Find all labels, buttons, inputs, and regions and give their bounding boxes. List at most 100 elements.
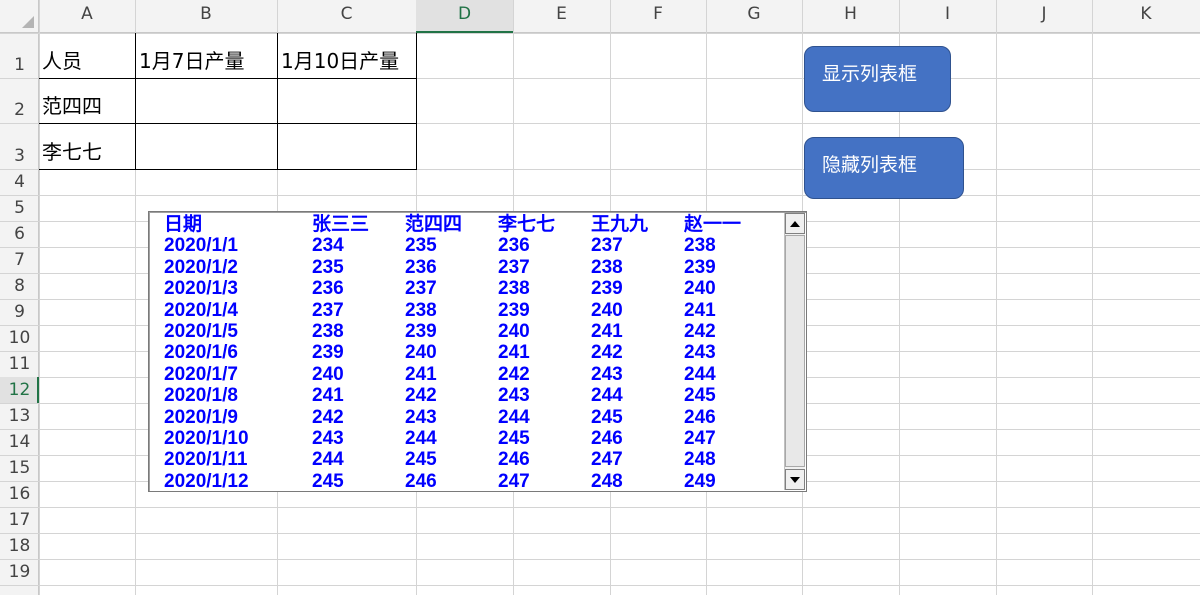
row-header-5[interactable]: 5 bbox=[0, 195, 39, 221]
column-header-g[interactable]: G bbox=[706, 0, 802, 33]
column-header-e[interactable]: E bbox=[513, 0, 610, 33]
show-listbox-button[interactable]: 显示列表框 bbox=[804, 46, 951, 112]
row-header-19[interactable]: 19 bbox=[0, 559, 39, 585]
listbox-cell: 243 bbox=[405, 406, 437, 428]
table-border bbox=[39, 78, 416, 79]
listbox-cell: 245 bbox=[498, 428, 530, 449]
column-header-d[interactable]: D bbox=[416, 0, 513, 33]
listbox-cell: 238 bbox=[405, 299, 437, 321]
hide-listbox-label: 隐藏列表框 bbox=[822, 154, 918, 176]
column-header-c[interactable]: C bbox=[277, 0, 416, 33]
listbox-cell: 247 bbox=[684, 428, 716, 449]
scroll-down-button[interactable] bbox=[785, 469, 805, 490]
scroll-up-button[interactable] bbox=[785, 213, 805, 234]
cell-c1[interactable]: 1月10日产量 bbox=[281, 45, 399, 74]
table-border bbox=[39, 123, 416, 124]
select-all-corner[interactable] bbox=[0, 0, 39, 33]
column-header-b[interactable]: B bbox=[135, 0, 277, 33]
row-header-1[interactable]: 1 bbox=[0, 33, 39, 78]
listbox[interactable]: 日期 张三三 范四四 李七七 王九九 赵一一 2020/1/1 234 235 236 237 238… bbox=[148, 211, 807, 492]
row-header-9[interactable]: 9 bbox=[0, 299, 39, 325]
column-header-a[interactable]: A bbox=[39, 0, 135, 33]
listbox-cell: 240 bbox=[684, 278, 716, 300]
gridline-vertical bbox=[39, 0, 40, 595]
listbox-cell: 246 bbox=[498, 449, 530, 471]
row-header-8[interactable]: 8 bbox=[0, 273, 39, 299]
listbox-cell: 241 bbox=[684, 299, 716, 321]
listbox-cell: 246 bbox=[405, 470, 437, 492]
listbox-cell: 234 bbox=[312, 235, 344, 257]
scroll-thumb[interactable] bbox=[785, 235, 805, 467]
listbox-cell: 242 bbox=[591, 342, 623, 364]
listbox-cell: 2020/1/4 bbox=[164, 299, 238, 321]
column-header-i[interactable]: I bbox=[899, 0, 996, 33]
row-header-6[interactable]: 6 bbox=[0, 221, 39, 247]
listbox-cell: 237 bbox=[405, 278, 437, 300]
listbox-cell: 243 bbox=[684, 342, 716, 364]
row-header-7[interactable]: 7 bbox=[0, 247, 39, 273]
row-header-15[interactable]: 15 bbox=[0, 455, 39, 481]
listbox-cell: 241 bbox=[312, 385, 344, 407]
listbox-cell: 2020/1/5 bbox=[164, 321, 238, 342]
cell-a2[interactable]: 范四四 bbox=[42, 90, 102, 119]
gridline-vertical bbox=[1092, 0, 1093, 595]
row-header-17[interactable]: 17 bbox=[0, 507, 39, 533]
listbox-cell: 236 bbox=[312, 278, 344, 300]
listbox-cell: 张三三 bbox=[312, 214, 370, 235]
row-header-11[interactable]: 11 bbox=[0, 351, 39, 377]
listbox-cell: 240 bbox=[312, 363, 344, 385]
row-header-14[interactable]: 14 bbox=[0, 429, 39, 455]
listbox-cell: 247 bbox=[498, 470, 530, 492]
listbox-cell: 242 bbox=[498, 363, 530, 385]
listbox-cell: 2020/1/3 bbox=[164, 278, 238, 300]
listbox-cell: 2020/1/7 bbox=[164, 363, 238, 385]
row-header-16[interactable]: 16 bbox=[0, 481, 39, 507]
column-header-f[interactable]: F bbox=[610, 0, 706, 33]
listbox-cell: 237 bbox=[498, 256, 530, 278]
column-header-k[interactable]: K bbox=[1092, 0, 1200, 33]
column-header-j[interactable]: J bbox=[996, 0, 1092, 33]
listbox-cell: 赵一一 bbox=[684, 214, 742, 235]
listbox-cell: 239 bbox=[498, 299, 530, 321]
listbox-cell: 237 bbox=[312, 299, 344, 321]
spreadsheet: ABCDEFGHIJK 1 2 3 4 5 6 7 8 9 10 11 12 13 14 15 16 17 18 1… bbox=[0, 0, 1200, 595]
cell-a3[interactable]: 李七七 bbox=[42, 136, 102, 165]
table-border bbox=[416, 33, 417, 170]
listbox-cell: 241 bbox=[498, 342, 530, 364]
listbox-cell: 2020/1/1 bbox=[164, 235, 238, 257]
row-header-12[interactable]: 12 bbox=[0, 377, 39, 403]
row-header-3[interactable]: 3 bbox=[0, 123, 39, 169]
listbox-cell: 240 bbox=[591, 299, 623, 321]
listbox-cell: 247 bbox=[591, 449, 623, 471]
listbox-cell: 2020/1/11 bbox=[164, 449, 248, 471]
cell-a1[interactable]: 人员 bbox=[42, 45, 82, 74]
listbox-cell: 235 bbox=[312, 256, 344, 278]
hide-listbox-button[interactable]: 隐藏列表框 bbox=[804, 137, 964, 199]
listbox-cell: 236 bbox=[405, 256, 437, 278]
row-header-4[interactable]: 4 bbox=[0, 169, 39, 195]
gridline-horizontal bbox=[0, 533, 1200, 534]
listbox-cell: 249 bbox=[684, 470, 716, 492]
listbox-cell: 245 bbox=[684, 385, 716, 407]
gridline-horizontal bbox=[0, 559, 1200, 560]
table-border bbox=[39, 169, 416, 170]
listbox-cell: 238 bbox=[498, 278, 530, 300]
column-header-h[interactable]: H bbox=[802, 0, 899, 33]
listbox-scrollbar[interactable] bbox=[784, 213, 805, 490]
listbox-cell: 244 bbox=[312, 449, 344, 471]
cell-b1[interactable]: 1月7日产量 bbox=[139, 45, 244, 74]
listbox-cell: 2020/1/6 bbox=[164, 342, 238, 364]
row-header-10[interactable]: 10 bbox=[0, 325, 39, 351]
listbox-cell: 235 bbox=[405, 235, 437, 257]
listbox-cell: 244 bbox=[684, 363, 716, 385]
table-border bbox=[277, 33, 278, 170]
gridline-horizontal bbox=[0, 33, 1200, 34]
show-listbox-label: 显示列表框 bbox=[822, 63, 918, 85]
row-header-18[interactable]: 18 bbox=[0, 533, 39, 559]
row-header-13[interactable]: 13 bbox=[0, 403, 39, 429]
listbox-cell: 237 bbox=[591, 235, 623, 257]
listbox-cell: 2020/1/10 bbox=[164, 428, 249, 449]
listbox-cell: 241 bbox=[405, 363, 437, 385]
select-all-icon bbox=[22, 16, 34, 28]
row-header-2[interactable]: 2 bbox=[0, 78, 39, 123]
